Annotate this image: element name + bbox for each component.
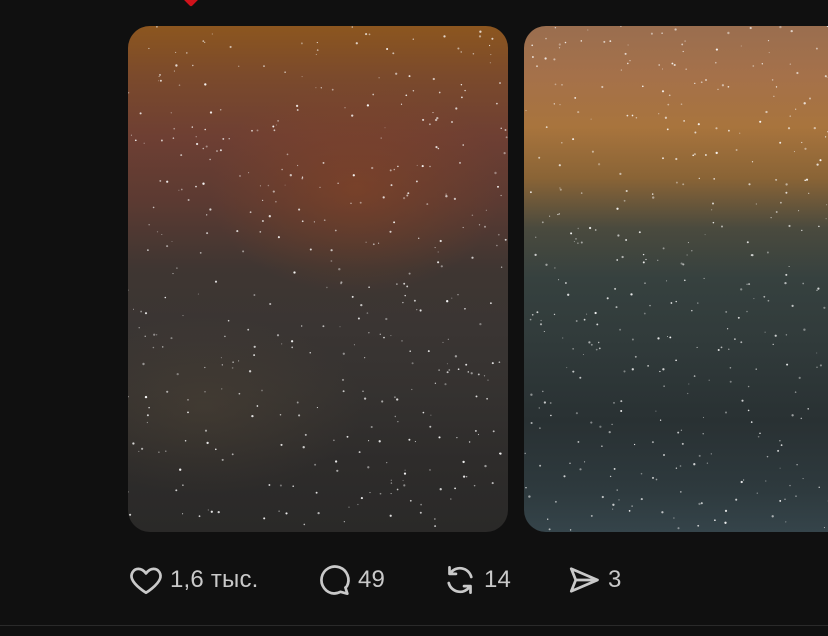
share-button[interactable]: 3 xyxy=(566,557,636,603)
media-image-1[interactable] xyxy=(128,26,508,532)
media-image-2[interactable] xyxy=(524,26,828,532)
share-count: 3 xyxy=(608,566,622,593)
paper-plane-icon xyxy=(569,567,599,593)
post-actions-bar: 1,6 тыс. 49 14 3 xyxy=(128,557,636,603)
heart-icon xyxy=(130,567,162,595)
speech-bubble-icon xyxy=(320,565,350,595)
comment-button[interactable]: 49 xyxy=(316,557,442,603)
repost-count: 14 xyxy=(484,566,512,593)
like-count: 1,6 тыс. xyxy=(170,566,259,593)
media-carousel[interactable] xyxy=(128,26,828,532)
grain-overlay xyxy=(524,26,828,531)
like-button[interactable]: 1,6 тыс. xyxy=(128,557,316,603)
grain-overlay xyxy=(128,26,508,528)
divider xyxy=(0,625,828,626)
red-marker-icon xyxy=(181,0,201,7)
repost-icon xyxy=(447,566,473,594)
repost-button[interactable]: 14 xyxy=(442,557,566,603)
comment-count: 49 xyxy=(358,566,386,593)
post-view: 1,6 тыс. 49 14 3 xyxy=(0,0,828,636)
